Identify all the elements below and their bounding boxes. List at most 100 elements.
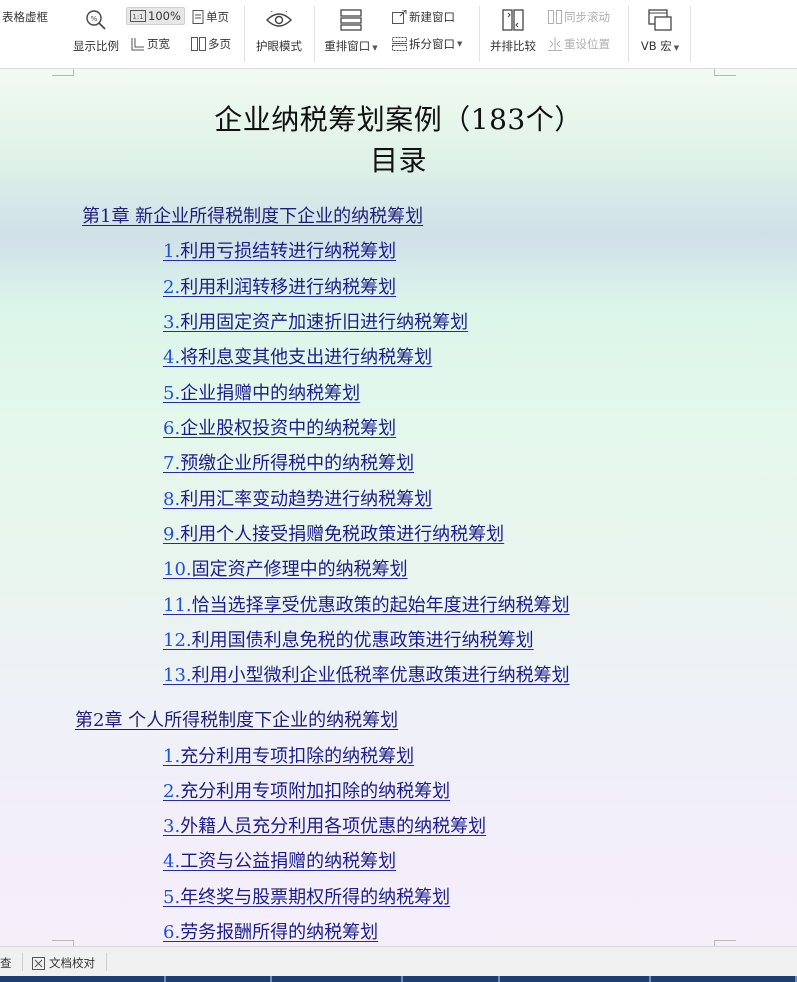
vb-macro-label-wrap: VB 宏 ▼ xyxy=(641,38,679,54)
toc-item-number: 6. xyxy=(163,922,181,943)
toc-item-number: 5. xyxy=(163,887,181,908)
taskbar-item[interactable] xyxy=(500,976,651,982)
svg-text:%: % xyxy=(91,15,98,23)
chevron-down-icon: ▼ xyxy=(457,40,463,48)
toc-item[interactable]: 3.利用固定资产加速折旧进行纳税筹划 xyxy=(163,308,468,334)
page-width-icon xyxy=(131,38,144,51)
zoom-ratio-button[interactable]: % 显示比例 xyxy=(70,0,122,54)
toc-item-number: 10. xyxy=(163,559,192,580)
toolbar-divider xyxy=(314,6,315,62)
reset-position-button[interactable]: 重设位置 xyxy=(548,36,610,52)
zoom-value: 100% xyxy=(148,9,181,23)
status-divider xyxy=(22,953,23,971)
eye-icon xyxy=(266,11,292,27)
toc-item-text: 充分利用专项附加扣除的纳税筹划 xyxy=(180,781,451,802)
toc-item-text: 利用小型微利企业低税率优惠政策进行纳税筹划 xyxy=(191,665,570,686)
toc-item[interactable]: 13.利用小型微利企业低税率优惠政策进行纳税筹划 xyxy=(163,661,570,687)
toc-item-number: 6. xyxy=(163,418,181,439)
sync-scroll-label: 同步滚动 xyxy=(564,10,610,24)
toc-item[interactable]: 2.充分利用专项附加扣除的纳税筹划 xyxy=(163,777,450,803)
split-window-button[interactable]: 拆分窗口 ▼ xyxy=(392,36,462,52)
rearrange-window-icon xyxy=(340,9,362,31)
taskbar-item[interactable] xyxy=(272,976,404,982)
status-bar: 查 文档校对 xyxy=(0,946,797,977)
toc-item[interactable]: 7.预缴企业所得税中的纳税筹划 xyxy=(163,449,414,475)
toc-item[interactable]: 1.利用亏损结转进行纳税筹划 xyxy=(163,237,396,263)
toc-item-text: 充分利用专项扣除的纳税筹划 xyxy=(180,746,415,767)
toc-item[interactable]: 3.外籍人员充分利用各项优惠的纳税筹划 xyxy=(163,812,486,838)
new-window-label: 新建窗口 xyxy=(409,10,455,24)
toc-item[interactable]: 12.利用国债利息免税的优惠政策进行纳税筹划 xyxy=(163,626,534,652)
document-title: 企业纳税筹划案例（183个） xyxy=(214,103,583,136)
toc-item[interactable]: 6.企业股权投资中的纳税筹划 xyxy=(163,414,396,440)
zoom-100-button[interactable]: 1:1 100% xyxy=(126,7,185,25)
toolbar-divider xyxy=(244,6,245,62)
rearrange-window-label-wrap: 重排窗口 ▼ xyxy=(324,38,377,54)
sync-scroll-icon xyxy=(548,10,562,24)
toc-item[interactable]: 11.恰当选择享受优惠政策的起始年度进行纳税筹划 xyxy=(163,591,570,617)
status-left-item[interactable]: 查 xyxy=(0,955,12,971)
single-page-label: 单页 xyxy=(206,10,229,24)
new-window-button[interactable]: 新建窗口 xyxy=(392,9,455,25)
status-left-label: 查 xyxy=(0,956,12,970)
toc-item[interactable]: 9.利用个人接受捐赠免税政策进行纳税筹划 xyxy=(163,520,504,546)
toc-chapter-1[interactable]: 第1章 新企业所得税制度下企业的纳税筹划 xyxy=(82,202,423,228)
proofread-button[interactable]: 文档校对 xyxy=(32,955,95,971)
grid-lines-label: 表格虚框 xyxy=(2,10,48,24)
proofread-icon xyxy=(32,956,45,970)
taskbar-item[interactable] xyxy=(0,976,166,982)
vb-macro-button[interactable]: VB 宏 ▼ xyxy=(634,0,686,54)
toc-item-text: 工资与公益捐赠的纳税筹划 xyxy=(180,851,397,872)
document-canvas[interactable]: 企业纳税筹划案例（183个） 目录 第1章 新企业所得税制度下企业的纳税筹划 1… xyxy=(0,69,797,946)
rearrange-window-button[interactable]: 重排窗口 ▼ xyxy=(320,0,382,54)
toc-item[interactable]: 5.年终奖与股票期权所得的纳税筹划 xyxy=(163,883,450,909)
toc-item-number: 7. xyxy=(163,453,181,474)
single-page-button[interactable]: 单页 xyxy=(192,9,229,25)
toc-item-text: 利用利润转移进行纳税筹划 xyxy=(180,277,397,298)
chevron-down-icon: ▼ xyxy=(372,44,378,52)
toc-item-number: 8. xyxy=(163,489,181,510)
sync-scroll-button[interactable]: 同步滚动 xyxy=(548,9,610,25)
toc-item-text: 利用亏损结转进行纳税筹划 xyxy=(180,241,397,262)
grid-lines-toggle[interactable]: 表格虚框 xyxy=(2,9,48,25)
side-by-side-button[interactable]: 并排比较 xyxy=(486,0,540,54)
toc-item-number: 9. xyxy=(163,524,181,545)
toc-item[interactable]: 6.劳务报酬所得的纳税筹划 xyxy=(163,918,378,944)
taskbar-item[interactable] xyxy=(651,976,797,982)
toc-item[interactable]: 2.利用利润转移进行纳税筹划 xyxy=(163,273,396,299)
toc-item[interactable]: 4.工资与公益捐赠的纳税筹划 xyxy=(163,847,396,873)
page-width-label: 页宽 xyxy=(147,37,170,51)
eye-protection-button[interactable]: 护眼模式 xyxy=(252,0,306,54)
taskbar-item[interactable] xyxy=(403,976,500,982)
toc-item-text: 利用国债利息免税的优惠政策进行纳税筹划 xyxy=(191,630,534,651)
toc-item-number: 5. xyxy=(163,383,181,404)
page-corner-mark xyxy=(714,69,736,76)
toc-item-number: 4. xyxy=(163,347,181,368)
side-by-side-label: 并排比较 xyxy=(490,39,536,53)
toc-item-number: 1. xyxy=(163,241,181,262)
toc-item-text: 外籍人员充分利用各项优惠的纳税筹划 xyxy=(180,816,487,837)
toc-item-text: 企业股权投资中的纳税筹划 xyxy=(180,418,397,439)
toc-item-text: 利用固定资产加速折旧进行纳税筹划 xyxy=(180,312,469,333)
side-by-side-icon xyxy=(502,9,524,31)
toc-item-number: 11. xyxy=(163,595,192,616)
toc-item-number: 1. xyxy=(163,746,181,767)
split-window-icon xyxy=(392,37,407,51)
page-width-button[interactable]: 页宽 xyxy=(131,36,170,52)
toc-item[interactable]: 4.将利息变其他支出进行纳税筹划 xyxy=(163,343,432,369)
eye-protection-label: 护眼模式 xyxy=(256,39,302,53)
multi-page-label: 多页 xyxy=(208,37,231,51)
toc-item[interactable]: 1.充分利用专项扣除的纳税筹划 xyxy=(163,742,414,768)
toc-chapter-2[interactable]: 第2章 个人所得税制度下企业的纳税筹划 xyxy=(75,706,398,732)
toc-item[interactable]: 5.企业捐赠中的纳税筹划 xyxy=(163,379,360,405)
toc-item-number: 3. xyxy=(163,312,181,333)
toc-item-number: 12. xyxy=(163,630,192,651)
svg-text:1:1: 1:1 xyxy=(132,13,143,21)
toc-item[interactable]: 8.利用汇率变动趋势进行纳税筹划 xyxy=(163,485,432,511)
zoom-ratio-label: 显示比例 xyxy=(73,39,119,53)
multi-page-button[interactable]: 多页 xyxy=(191,36,231,52)
taskbar-item[interactable] xyxy=(166,976,273,982)
toc-item[interactable]: 10.固定资产修理中的纳税筹划 xyxy=(163,555,408,581)
toc-item-number: 4. xyxy=(163,851,181,872)
toc-item-number: 2. xyxy=(163,781,181,802)
